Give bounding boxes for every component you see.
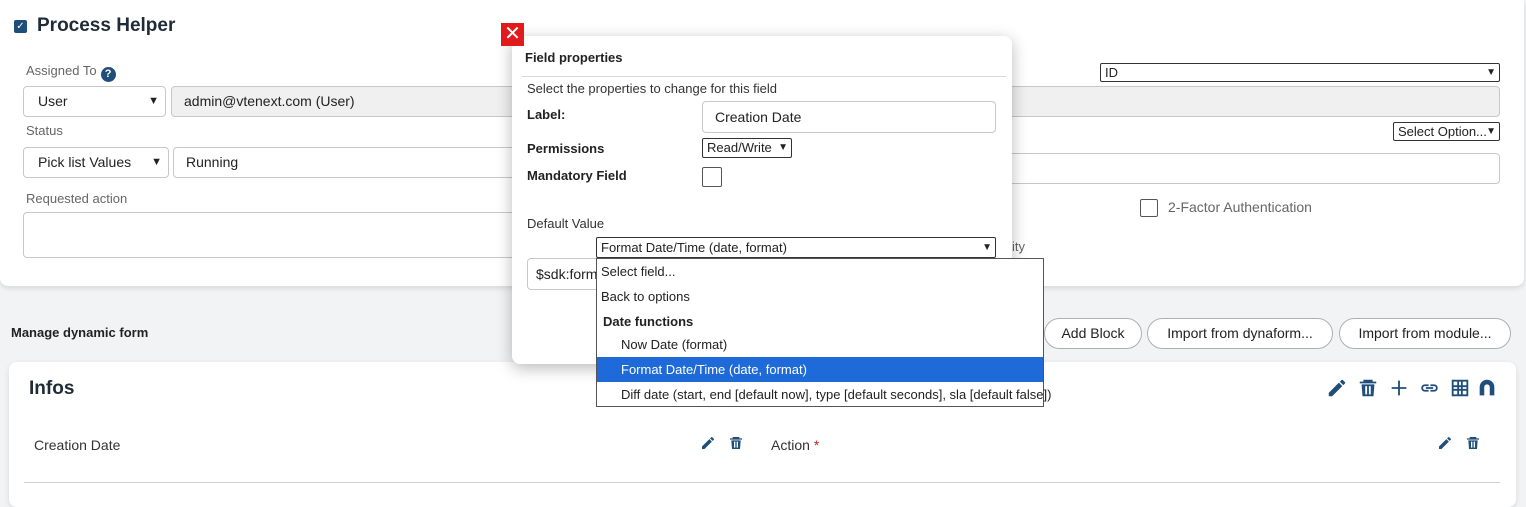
import-module-button[interactable]: Import from module... <box>1339 318 1511 349</box>
readonly-field <box>1000 86 1500 117</box>
link-icon[interactable] <box>1418 377 1441 399</box>
chevron-down-icon: ▼ <box>982 242 992 253</box>
two-factor-checkbox[interactable] <box>1140 199 1158 217</box>
page-title: Process Helper <box>37 15 176 36</box>
dropdown-option[interactable]: Back to options <box>597 284 1043 309</box>
pencil-icon[interactable] <box>700 435 716 451</box>
select-option-select[interactable]: Select Option... ▼ <box>1393 122 1500 141</box>
assigned-value-field[interactable]: admin@vtenext.com (User) <box>171 86 531 117</box>
label-input[interactable]: Creation Date <box>702 101 996 133</box>
dropdown-option[interactable]: Now Date (format) <box>597 332 1043 357</box>
modal-subtitle: Select the properties to change for this… <box>527 81 778 96</box>
grid-icon[interactable] <box>1449 377 1471 399</box>
chevron-down-icon: ▼ <box>778 142 788 153</box>
trash-icon[interactable] <box>728 435 744 451</box>
close-icon[interactable]: ✕ <box>501 23 524 46</box>
plus-icon[interactable] <box>1388 377 1410 399</box>
status-type-select[interactable]: Pick list Values ▼ <box>23 147 169 178</box>
requested-action-label: Requested action <box>26 191 128 206</box>
dropdown-option[interactable]: Select field... <box>597 259 1043 284</box>
assigned-to-label: Assigned To? <box>26 63 116 82</box>
right-text-field[interactable] <box>1000 153 1500 184</box>
status-label: Status <box>26 123 63 138</box>
block-title: Infos <box>29 378 75 399</box>
process-helper-checkbox[interactable]: ✓ <box>14 20 27 33</box>
modal-separator <box>522 76 1006 77</box>
required-mark: * <box>813 437 820 453</box>
help-icon[interactable]: ? <box>100 67 116 82</box>
chevron-down-icon: ▼ <box>151 156 162 168</box>
label-label: Label: <box>527 107 566 122</box>
mandatory-checkbox[interactable] <box>702 167 722 187</box>
requested-action-field[interactable] <box>23 212 531 258</box>
trash-icon[interactable] <box>1357 377 1379 399</box>
dropdown-group-label: Date functions <box>603 314 694 329</box>
chevron-down-icon: ▼ <box>1486 126 1496 137</box>
add-block-button[interactable]: Add Block <box>1044 318 1142 349</box>
mandatory-label: Mandatory Field <box>527 168 627 183</box>
section-title: Manage dynamic form <box>11 325 149 340</box>
default-value-select[interactable]: Format Date/Time (date, format) ▼ <box>596 237 996 258</box>
chevron-down-icon: ▼ <box>1486 67 1496 78</box>
magnet-icon[interactable] <box>1476 377 1498 399</box>
assigned-type-select[interactable]: User ▼ <box>23 86 166 117</box>
two-factor-label: 2-Factor Authentication <box>1168 199 1312 215</box>
pencil-icon[interactable] <box>1437 435 1453 451</box>
permissions-label: Permissions <box>527 141 605 156</box>
ity-label: ity <box>1012 239 1025 254</box>
id-select[interactable]: ID ▼ <box>1100 63 1500 82</box>
status-value-field[interactable]: Running <box>173 147 531 178</box>
default-value-dropdown: Select field... Back to options Date fun… <box>596 258 1051 407</box>
modal-title: Field properties <box>525 50 623 65</box>
dropdown-option-selected[interactable]: Format Date/Time (date, format) <box>597 357 1043 382</box>
chevron-down-icon: ▼ <box>148 95 159 107</box>
default-value-label: Default Value <box>527 216 605 231</box>
dropdown-option[interactable]: Diff date (start, end [default now], typ… <box>597 382 1051 407</box>
field-action-label: Action * <box>771 437 820 453</box>
block-divider <box>24 482 1500 483</box>
pencil-icon[interactable] <box>1326 377 1348 399</box>
trash-icon[interactable] <box>1465 435 1481 451</box>
field-creation-date-label: Creation Date <box>34 437 121 453</box>
import-dynaform-button[interactable]: Import from dynaform... <box>1147 318 1333 349</box>
permissions-select[interactable]: Read/Write ▼ <box>702 138 792 158</box>
